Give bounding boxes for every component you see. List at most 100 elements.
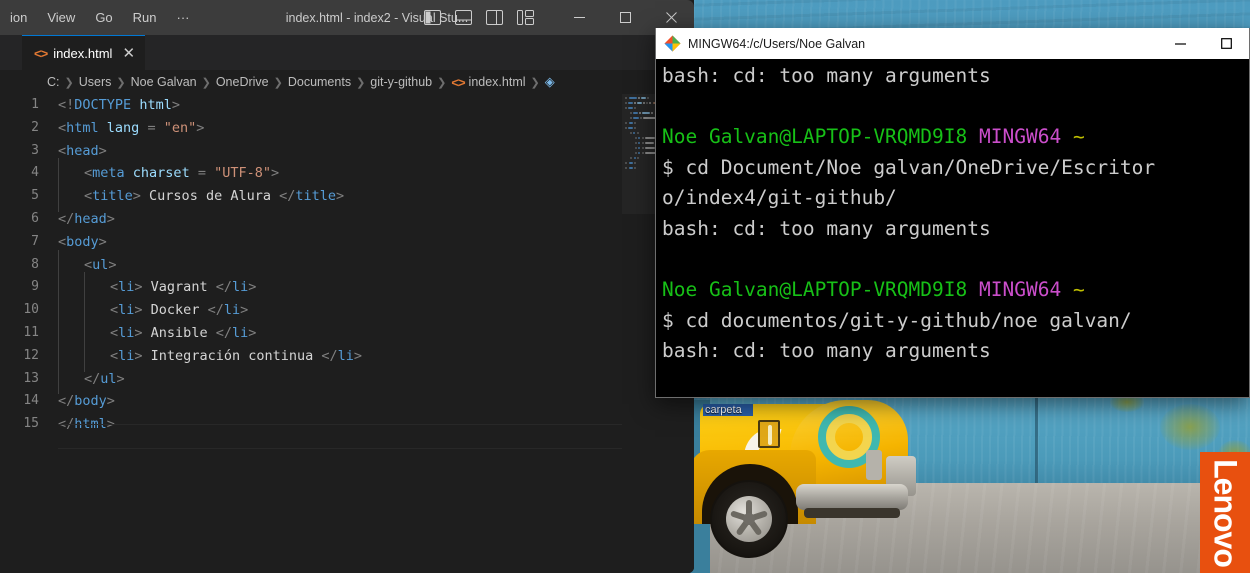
code-token: head: [66, 142, 99, 159]
toggle-panel-icon[interactable]: [455, 10, 472, 25]
minimap-line: [639, 112, 641, 114]
terminal-maximize-button[interactable]: [1203, 28, 1249, 59]
code-token: >: [98, 142, 107, 159]
current-line-border: [58, 448, 694, 449]
indent-guide: [84, 340, 110, 372]
breadcrumb-item-5[interactable]: git-y-github: [370, 75, 432, 89]
minimap-line: [633, 157, 636, 159]
symbol-cube-icon[interactable]: ◈: [545, 74, 555, 90]
line-number: 14: [23, 393, 39, 409]
code-line[interactable]: 7 <body>: [0, 231, 694, 254]
terminal-command-line: $ cd Document/Noe galvan/OneDrive/Escrit…: [662, 155, 1156, 179]
code-line[interactable]: 10 <li> Docker </li>: [0, 295, 694, 326]
menu-go[interactable]: Go: [85, 6, 122, 29]
code-token: "UTF-8": [214, 165, 272, 182]
minimap-line: [634, 127, 636, 129]
code-line[interactable]: 5 <title> Cursos de Alura </title>: [0, 181, 694, 212]
indent-guide: [58, 363, 84, 395]
indent-guide: [84, 295, 110, 326]
code-line[interactable]: 9 <li> Vagrant </li>: [0, 272, 694, 303]
code-line[interactable]: 3 <head>: [0, 140, 694, 163]
chevron-right-icon: ❯: [116, 76, 126, 89]
terminal-output-line: bash: cd: too many arguments: [662, 64, 991, 87]
code-editor[interactable]: 1 <!DOCTYPE html> 2 <html lang = "en"> 3 <hea…: [0, 94, 694, 573]
vscode-titlebar: ion View Go Run ··· index.html - index2 …: [0, 0, 694, 35]
code-token: ul: [92, 256, 109, 273]
menu-run[interactable]: Run: [123, 6, 167, 29]
code-token: meta: [92, 165, 125, 182]
line-number: 6: [31, 210, 39, 226]
breadcrumb-item-0[interactable]: C:: [47, 75, 60, 89]
code-token: <!: [58, 97, 75, 113]
toggle-primary-sidebar-icon[interactable]: [424, 10, 441, 25]
code-token: Cursos de Alura: [140, 188, 280, 205]
maximize-button[interactable]: [602, 0, 648, 35]
wall-seam: [1035, 390, 1038, 490]
terminal-output[interactable]: bash: cd: too many arguments Noe Galvan@…: [656, 59, 1249, 397]
breadcrumb-item-1[interactable]: Users: [79, 75, 112, 89]
terminal-shell-tag: MINGW64: [979, 125, 1062, 149]
code-line[interactable]: 4 <meta charset = "UTF-8">: [0, 158, 694, 189]
minimap-line: [641, 142, 644, 144]
menu-more[interactable]: ···: [167, 6, 200, 29]
lenovo-logo: Lenovo: [1200, 452, 1250, 573]
mingw64-terminal-window[interactable]: MINGW64:/c/Users/Noe Galvan bash: cd: to…: [655, 28, 1250, 398]
menu-selection[interactable]: ion: [0, 6, 37, 29]
code-token: </: [215, 324, 232, 341]
code-line[interactable]: 11 <li> Ansible </li>: [0, 318, 694, 349]
code-line[interactable]: 2 <html lang = "en">: [0, 117, 694, 140]
vscode-menubar: ion View Go Run ···: [0, 6, 200, 29]
code-token: </: [58, 393, 75, 410]
code-token: >: [134, 279, 143, 296]
code-token: >: [116, 370, 125, 387]
customize-layout-icon[interactable]: [517, 10, 534, 25]
breadcrumb-item-2[interactable]: Noe Galvan: [131, 75, 197, 89]
line-number: 1: [31, 97, 39, 112]
minimap-line: [641, 147, 644, 149]
code-token: li: [231, 279, 249, 296]
tab-index-html[interactable]: <> index.html ✕: [22, 35, 146, 70]
desktop-icon-label[interactable]: carpeta: [703, 404, 753, 416]
code-token: >: [106, 210, 115, 227]
terminal-output-line: bash: cd: too many arguments: [662, 216, 991, 240]
code-token: </: [321, 347, 338, 364]
line-number: 15: [23, 416, 39, 432]
code-line[interactable]: 1 <!DOCTYPE html>: [0, 94, 694, 117]
breadcrumb-item-6[interactable]: index.html: [469, 75, 526, 89]
code-token: =: [147, 119, 156, 136]
line-content: <meta charset = "UTF-8">: [58, 158, 279, 189]
terminal-minimize-button[interactable]: [1157, 28, 1203, 59]
indent-guide: [58, 340, 84, 372]
code-lines[interactable]: 1 <!DOCTYPE html> 2 <html lang = "en"> 3 <hea…: [0, 94, 694, 573]
line-content: <li> Vagrant </li>: [58, 272, 257, 303]
minimize-button[interactable]: [556, 0, 602, 35]
indent-guide: [58, 249, 84, 281]
line-content: <title> Cursos de Alura </title>: [58, 181, 345, 212]
line-content: <li> Integración continua </li>: [58, 340, 362, 372]
code-token: >: [248, 279, 257, 296]
breadcrumb-item-4[interactable]: Documents: [288, 75, 351, 89]
code-token: li: [118, 324, 135, 341]
menu-view[interactable]: View: [37, 6, 85, 29]
code-token: lang: [106, 119, 140, 136]
minimap-line: [637, 97, 640, 99]
code-line[interactable]: 6 </head>: [0, 208, 694, 231]
html-file-icon: <>: [34, 45, 48, 61]
code-token: >: [106, 393, 115, 410]
terminal-cwd: ~: [1072, 278, 1085, 302]
minimap-line: [643, 102, 645, 104]
minimap-line: [633, 112, 638, 114]
minimap-line: [642, 112, 651, 114]
code-token: >: [336, 188, 345, 205]
minimap-line: [628, 102, 633, 104]
breadcrumb-item-3[interactable]: OneDrive: [216, 75, 269, 89]
toggle-secondary-sidebar-icon[interactable]: [486, 10, 503, 25]
line-number: 5: [31, 188, 39, 204]
code-line[interactable]: 14 </body>: [0, 390, 694, 413]
close-icon[interactable]: ✕: [122, 46, 135, 61]
code-token: <: [58, 119, 67, 136]
code-line[interactable]: 8 <ul>: [0, 249, 694, 281]
code-line[interactable]: 13 </ul>: [0, 363, 694, 395]
code-line[interactable]: 12 <li> Integración continua </li>: [0, 340, 694, 372]
